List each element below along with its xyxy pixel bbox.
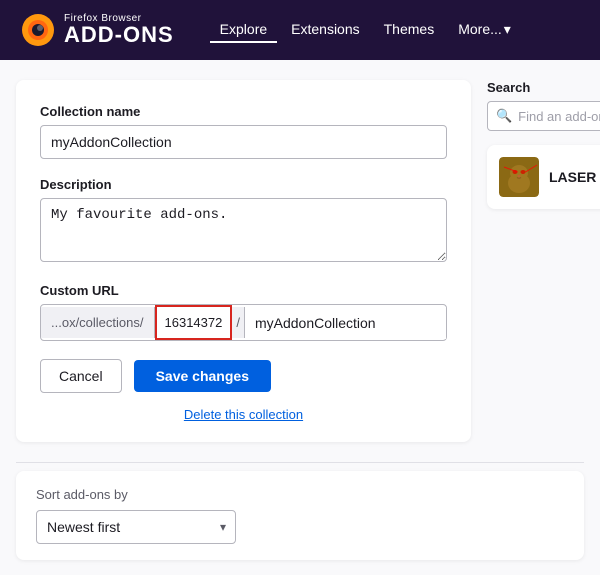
url-separator: / [232, 307, 245, 338]
sort-panel: Sort add-ons by Newest first Oldest firs… [16, 471, 584, 560]
nav-extensions[interactable]: Extensions [281, 17, 369, 43]
logo-area: Firefox Browser ADD-ONS [20, 12, 174, 48]
collection-name-input[interactable] [40, 125, 447, 159]
delete-collection-link[interactable]: Delete this collection [40, 407, 447, 422]
custom-url-group: Custom URL ...ox/collections/ 16314372 / [40, 283, 447, 341]
url-row: ...ox/collections/ 16314372 / [40, 304, 447, 341]
url-id: 16314372 [155, 305, 233, 340]
description-label: Description [40, 177, 447, 192]
addon-icon-laser-cat [499, 157, 539, 197]
search-icon: 🔍 [496, 108, 512, 124]
search-placeholder: Find an add-on to inclu [518, 109, 600, 124]
main-nav: Explore Extensions Themes More... ▾ [210, 17, 521, 44]
cancel-button[interactable]: Cancel [40, 359, 122, 393]
section-divider [16, 462, 584, 463]
save-button[interactable]: Save changes [134, 360, 271, 392]
nav-more[interactable]: More... ▾ [448, 17, 521, 44]
addons-label: ADD-ONS [64, 24, 174, 46]
header: Firefox Browser ADD-ONS Explore Extensio… [0, 0, 600, 60]
sort-select-wrapper: Newest first Oldest first Name A-Z Name … [36, 510, 236, 544]
firefox-logo [20, 12, 56, 48]
url-slug-input[interactable] [245, 307, 446, 339]
sort-label: Sort add-ons by [36, 487, 564, 502]
description-input[interactable]: My favourite add-ons. [40, 198, 447, 262]
custom-url-label: Custom URL [40, 283, 447, 298]
search-box[interactable]: 🔍 Find an add-on to inclu [487, 101, 600, 131]
chevron-down-icon: ▾ [504, 21, 511, 38]
addon-name-laser-cat: LASER CAT [549, 169, 600, 185]
nav-explore[interactable]: Explore [210, 17, 277, 43]
sort-select[interactable]: Newest first Oldest first Name A-Z Name … [36, 510, 236, 544]
main-content: Collection name Description My favourite… [0, 60, 600, 462]
right-panel: Search 🔍 Find an add-on to inclu [487, 80, 600, 442]
url-prefix: ...ox/collections/ [41, 307, 155, 338]
form-panel: Collection name Description My favourite… [16, 80, 471, 442]
nav-themes[interactable]: Themes [374, 17, 445, 43]
search-section: Search 🔍 Find an add-on to inclu [487, 80, 600, 131]
buttons-row: Cancel Save changes [40, 359, 447, 393]
search-label: Search [487, 80, 600, 95]
laser-cat-image [499, 157, 539, 197]
description-group: Description My favourite add-ons. [40, 177, 447, 265]
collection-name-group: Collection name [40, 104, 447, 159]
addon-card-laser-cat[interactable]: LASER CAT [487, 145, 600, 209]
brand-text: Firefox Browser ADD-ONS [64, 14, 174, 46]
collection-name-label: Collection name [40, 104, 447, 119]
